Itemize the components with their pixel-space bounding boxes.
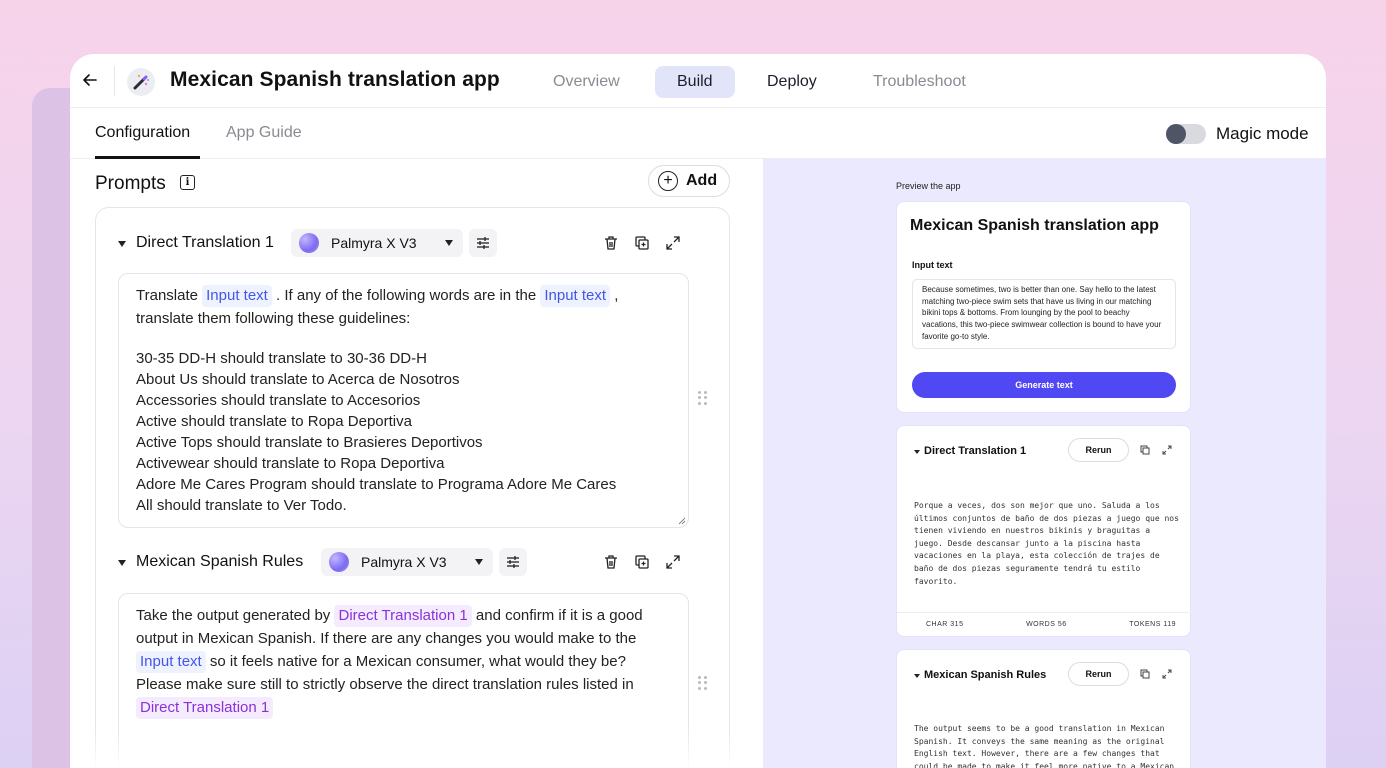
preview-app-card: Mexican Spanish translation app Input te… — [896, 201, 1191, 413]
variable-chip-direct-translation[interactable]: Direct Translation 1 — [334, 605, 472, 627]
model-select[interactable]: Palmyra X V3 — [291, 229, 463, 257]
collapse-caret-icon[interactable] — [118, 560, 126, 566]
collapse-caret-icon[interactable] — [914, 450, 920, 454]
copy-icon[interactable] — [1138, 667, 1152, 681]
tab-configuration[interactable]: Configuration — [95, 124, 190, 142]
output-title: Mexican Spanish Rules — [924, 669, 1047, 681]
collapse-caret-icon[interactable] — [914, 674, 920, 678]
prompt-block-header: Direct Translation 1 Palmyra X V3 — [96, 229, 731, 259]
prompt-textarea[interactable]: Translate Input text . If any of the fol… — [118, 273, 689, 528]
expand-icon[interactable] — [1160, 667, 1174, 681]
token-count: TOKENS 119 — [1129, 621, 1176, 628]
expand-icon[interactable] — [664, 553, 682, 571]
tab-deploy[interactable]: Deploy — [745, 66, 839, 98]
bottom-fade — [70, 728, 763, 768]
model-avatar-icon — [329, 552, 349, 572]
prompts-heading: Prompts — [95, 173, 166, 194]
prompts-card: Direct Translation 1 Palmyra X V3 Transl… — [95, 207, 730, 768]
tab-build[interactable]: Build — [655, 66, 735, 98]
plus-icon: + — [658, 171, 678, 191]
variable-chip-input-text[interactable]: Input text — [540, 285, 611, 307]
add-prompt-button[interactable]: + Add — [648, 165, 730, 197]
output-title: Direct Translation 1 — [924, 445, 1027, 457]
prompt-text: Translate Input text . If any of the fol… — [136, 284, 671, 330]
model-name: Palmyra X V3 — [331, 235, 417, 251]
sliders-icon — [507, 556, 519, 568]
output-text: Porque a veces, dos son mejor que uno. S… — [914, 501, 1179, 586]
duplicate-icon[interactable] — [633, 553, 651, 571]
collapse-caret-icon[interactable] — [118, 241, 126, 247]
tab-troubleshoot[interactable]: Troubleshoot — [851, 66, 988, 98]
copy-icon[interactable] — [1138, 443, 1152, 457]
model-name: Palmyra X V3 — [361, 554, 447, 570]
char-count: CHAR 315 — [926, 621, 964, 628]
duplicate-icon[interactable] — [633, 234, 651, 252]
add-label: Add — [686, 172, 718, 189]
chevron-down-icon — [475, 559, 483, 565]
prompt-text-segment: Take the output generated by — [136, 607, 335, 624]
sub-nav: Configuration App Guide Magic mode — [70, 108, 1326, 159]
rule-line: Active Tops should translate to Brasiere… — [136, 434, 483, 451]
drag-handle-icon[interactable] — [698, 391, 708, 405]
rules-list: 30-35 DD-H should translate to 30-36 DD-… — [136, 348, 671, 516]
variable-chip-input-text[interactable]: Input text — [136, 651, 206, 673]
sliders-icon — [477, 237, 489, 249]
app-window: Mexican Spanish translation app Overview… — [70, 54, 1326, 768]
rerun-button[interactable]: Rerun — [1068, 438, 1129, 462]
prompt-text-segment: , — [610, 287, 619, 304]
trash-icon[interactable] — [602, 553, 620, 571]
prompt-block-title: Direct Translation 1 — [136, 234, 274, 251]
generate-text-button[interactable]: Generate text — [912, 372, 1176, 398]
output-stats: CHAR 315 WORDS 56 TOKENS 119 — [897, 612, 1192, 636]
magic-mode-toggle[interactable] — [1166, 124, 1206, 144]
settings-sliders-button[interactable] — [499, 548, 527, 576]
magic-mode-label: Magic mode — [1216, 124, 1309, 143]
prompt-block-title: Mexican Spanish Rules — [136, 553, 304, 570]
magic-wand-icon — [127, 68, 155, 96]
preview-panel: Preview the app Mexican Spanish translat… — [763, 159, 1326, 768]
rule-line: Activewear should translate to Ropa Depo… — [136, 455, 445, 472]
chevron-down-icon — [445, 240, 453, 246]
rule-line: Accessories should translate to Accesori… — [136, 392, 421, 409]
preview-app-title: Mexican Spanish translation app — [910, 217, 1159, 234]
expand-icon[interactable] — [1160, 443, 1174, 457]
rule-line: All should translate to Ver Todo. — [136, 497, 347, 514]
variable-chip-direct-translation[interactable]: Direct Translation 1 — [136, 697, 274, 719]
toggle-knob — [1166, 124, 1186, 144]
tab-overview[interactable]: Overview — [531, 66, 642, 98]
rerun-button[interactable]: Rerun — [1068, 662, 1129, 686]
app-title: Mexican Spanish translation app — [170, 68, 500, 91]
output-card: Mexican Spanish Rules Rerun The output s… — [896, 649, 1191, 768]
variable-chip-input-text[interactable]: Input text — [202, 285, 272, 307]
prompt-text: Take the output generated by Direct Tran… — [136, 604, 671, 719]
input-label: Input text — [912, 260, 953, 270]
output-text: The output seems to be a good translatio… — [914, 724, 1175, 768]
rule-line: 30-35 DD-H should translate to 30-36 DD-… — [136, 350, 427, 367]
output-card: Direct Translation 1 Rerun Porque a vece… — [896, 425, 1192, 637]
divider — [114, 66, 115, 96]
word-count: WORDS 56 — [1026, 621, 1067, 628]
top-nav: Mexican Spanish translation app Overview… — [70, 54, 1326, 108]
rule-line: Active should translate to Ropa Deportiv… — [136, 413, 412, 430]
model-select[interactable]: Palmyra X V3 — [321, 548, 493, 576]
expand-icon[interactable] — [664, 234, 682, 252]
configuration-panel: Prompts i + Add Direct Translation 1 Pal… — [70, 159, 763, 768]
model-avatar-icon — [299, 233, 319, 253]
back-arrow-icon[interactable] — [78, 68, 102, 92]
prompt-text-segment: so it feels native for a Mexican consume… — [136, 653, 634, 693]
tab-app-guide[interactable]: App Guide — [226, 124, 302, 142]
prompt-text-segment: translate them following these guideline… — [136, 310, 411, 327]
input-text-field[interactable]: Because sometimes, two is better than on… — [912, 279, 1176, 349]
prompt-block-header: Mexican Spanish Rules Palmyra X V3 — [96, 548, 731, 578]
resize-grip-icon[interactable] — [678, 517, 686, 525]
trash-icon[interactable] — [602, 234, 620, 252]
rule-line: Adore Me Cares Program should translate … — [136, 476, 617, 493]
info-icon[interactable]: i — [180, 175, 195, 190]
prompt-text-segment: Translate — [136, 287, 203, 304]
prompt-text-segment: . If any of the following words are in t… — [271, 287, 541, 304]
settings-sliders-button[interactable] — [469, 229, 497, 257]
rule-line: About Us should translate to Acerca de N… — [136, 371, 460, 388]
drag-handle-icon[interactable] — [698, 676, 708, 690]
preview-label: Preview the app — [896, 181, 961, 191]
